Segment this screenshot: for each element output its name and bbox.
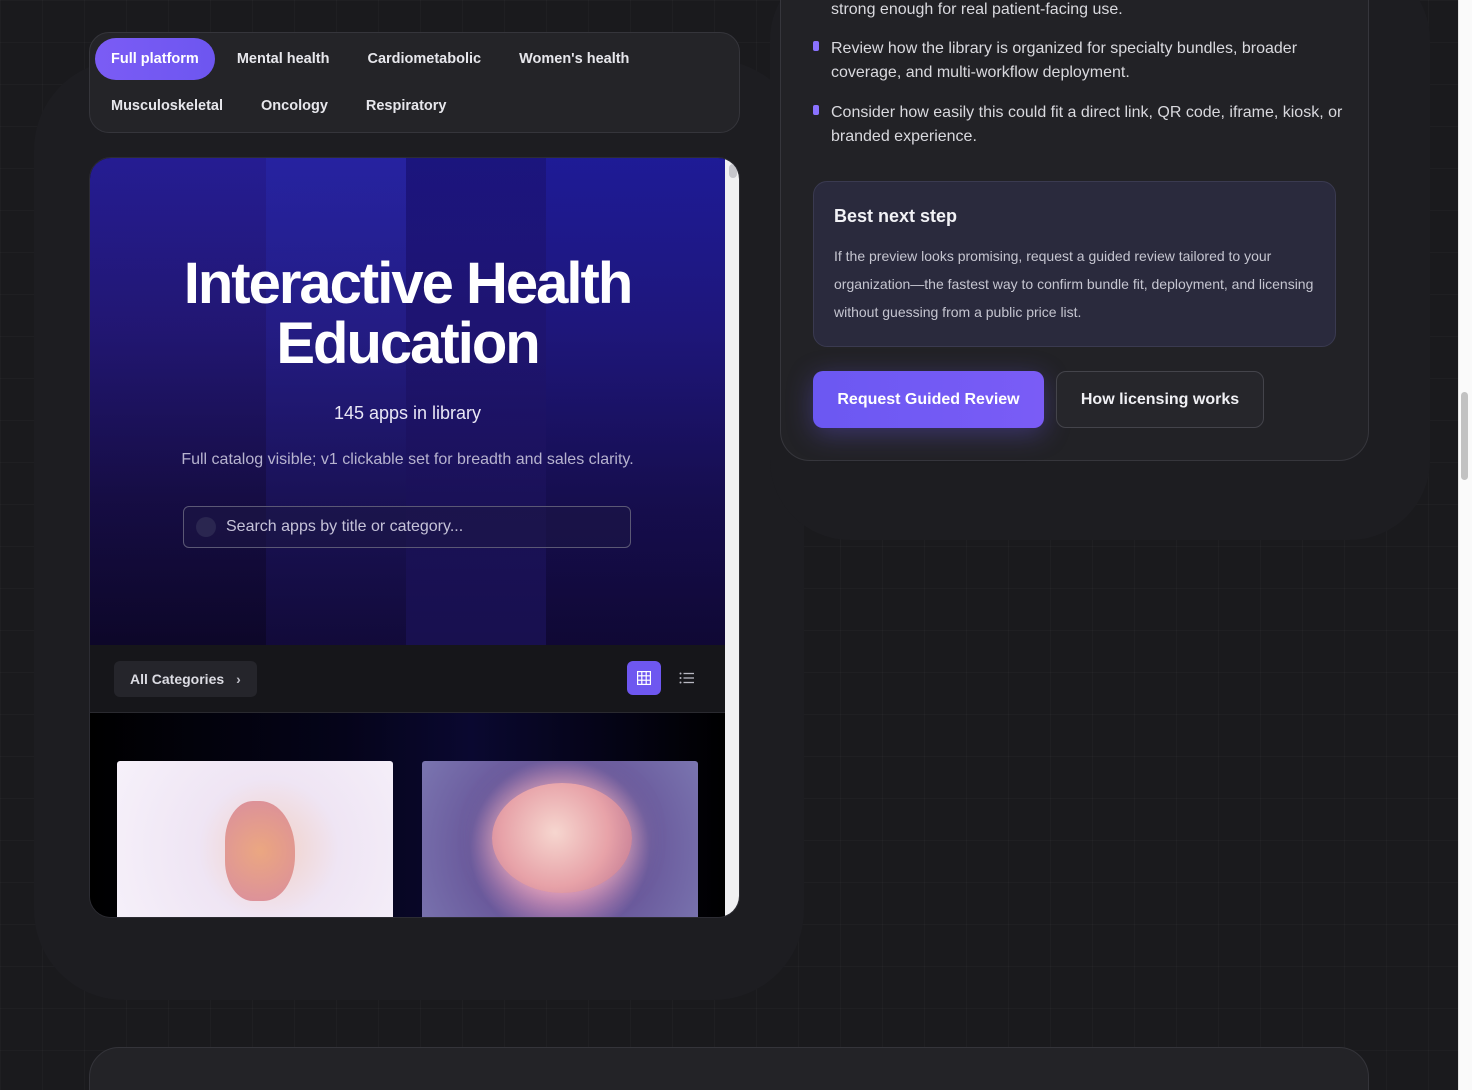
digestive-system-image (225, 801, 295, 901)
page-scrollbar-thumb[interactable] (1461, 392, 1468, 480)
app-card-brain[interactable] (422, 761, 698, 917)
all-categories-label: All Categories (130, 671, 225, 687)
bullet-text-0: strong enough for real patient-facing us… (831, 1, 1123, 18)
grid-view-button[interactable] (627, 661, 661, 695)
how-licensing-works-button[interactable]: How licensing works (1056, 371, 1264, 428)
catalog-toolbar: All Categories › (90, 645, 725, 713)
search-input[interactable]: Search apps by title or category... (183, 506, 631, 548)
hero-title: Interactive Health Education (90, 254, 725, 374)
chevron-right-icon: › (236, 671, 241, 687)
brain-image (492, 783, 632, 893)
tab-full-platform[interactable]: Full platform (95, 38, 215, 80)
hero-beam (90, 158, 266, 645)
next-section-card (89, 1047, 1369, 1090)
filter-tabs: Full platform Mental health Cardiometabo… (89, 32, 740, 133)
next-step-body: If the preview looks promising, request … (834, 248, 1314, 320)
grid-icon (637, 671, 651, 685)
hero-title-line1: Interactive Health (183, 251, 634, 316)
tab-musculoskeletal[interactable]: Musculoskeletal (95, 85, 239, 127)
page-scrollbar[interactable] (1458, 0, 1472, 1090)
app-preview-frame[interactable]: Interactive Health Education 145 apps in… (89, 157, 740, 918)
next-step-box: Best next step If the preview looks prom… (813, 181, 1336, 347)
tab-womens-health[interactable]: Women's health (503, 38, 645, 80)
bullet-text-1: Review how the library is organized for … (831, 40, 1298, 81)
next-step-title: Best next step (834, 206, 958, 226)
hero-beam (546, 158, 725, 645)
hero-subtitle: Full catalog visible; v1 clickable set f… (181, 451, 634, 468)
app-cards-grid (90, 713, 725, 917)
list-icon (679, 672, 694, 684)
app-card-digestive[interactable] (117, 761, 393, 917)
search-icon (196, 517, 216, 537)
search-placeholder: Search apps by title or category... (226, 518, 464, 535)
hero-beam (266, 158, 406, 645)
hero-title-line2: Education (276, 311, 540, 376)
hero-beam (406, 158, 546, 645)
bullet-marker (813, 105, 819, 115)
hero-section: Interactive Health Education 145 apps in… (90, 158, 725, 645)
bullet-marker (813, 41, 819, 51)
request-guided-review-button[interactable]: Request Guided Review (813, 371, 1044, 428)
app-count: 145 apps in library (333, 403, 482, 423)
filter-row-1: Full platform Mental health Cardiometabo… (95, 38, 651, 80)
list-view-button[interactable] (670, 661, 704, 695)
bullet-text-2: Consider how easily this could fit a dir… (831, 104, 1343, 145)
preview-scrollbar-thumb[interactable] (729, 164, 737, 178)
tab-respiratory[interactable]: Respiratory (350, 85, 463, 127)
filter-row-2: Musculoskeletal Oncology Respiratory (95, 85, 468, 127)
tab-oncology[interactable]: Oncology (245, 85, 344, 127)
tab-cardiometabolic[interactable]: Cardiometabolic (351, 38, 497, 80)
tab-mental-health[interactable]: Mental health (221, 38, 346, 80)
preview-scrollbar[interactable] (725, 158, 739, 917)
all-categories-button[interactable]: All Categories › (114, 661, 257, 697)
